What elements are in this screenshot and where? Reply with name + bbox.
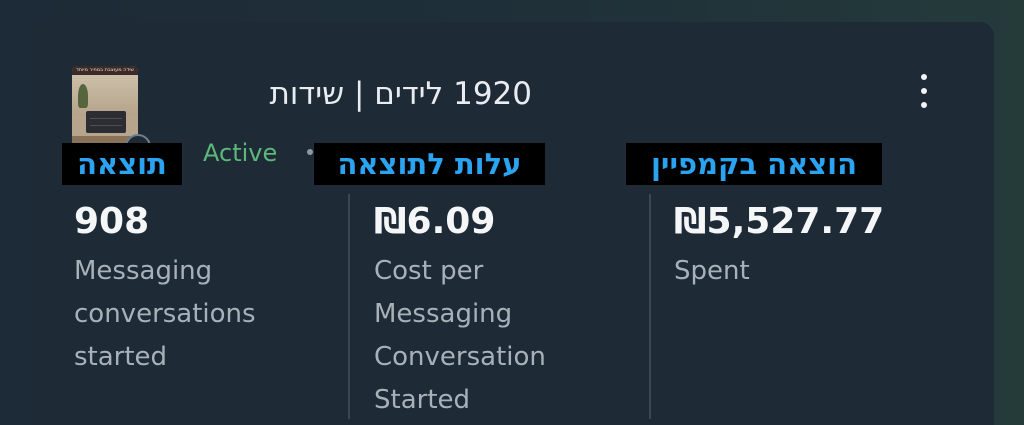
label-line: Messaging [374, 299, 513, 329]
annotation-campaign-spend: הוצאה בקמפיין [626, 143, 882, 185]
label-line: Messaging [74, 256, 213, 286]
more-vertical-icon [921, 74, 927, 80]
status-label: Active [203, 139, 278, 167]
more-options-button[interactable] [912, 72, 936, 112]
label-line: started [74, 342, 168, 372]
label-line: Spent [674, 256, 750, 286]
cost-per-result-label: Cost per Messaging Conversation Started [374, 250, 546, 422]
cost-per-result-value: ₪6.09 [374, 201, 496, 242]
annotation-cost-per-result: עלות לתוצאה [314, 143, 545, 185]
thumbnail-banner: שידה מעוצבת במחיר מיוחד [72, 66, 138, 75]
annotation-result: תוצאה [62, 143, 182, 185]
thumbnail-dresser [86, 111, 126, 133]
label-line: conversations [74, 299, 256, 329]
label-line: Conversation [374, 342, 546, 372]
amount-spent-label: Spent [674, 250, 750, 293]
metric-divider [649, 194, 651, 419]
label-line: Cost per [374, 256, 484, 286]
thumbnail-caption: שידה מעוצבת במחיר מיוחד [76, 67, 134, 73]
more-vertical-icon [921, 88, 927, 94]
more-vertical-icon [921, 102, 927, 108]
amount-spent-value: ₪5,527.77 [674, 201, 885, 242]
separator-dot-icon [307, 149, 313, 155]
metric-divider [348, 194, 350, 419]
thumbnail-plant [78, 84, 88, 108]
campaign-title[interactable]: 1920 לידים | שידות [202, 72, 532, 116]
campaign-card[interactable]: שידה מעוצבת במחיר מיוחד 1920 לידים | שיד… [32, 22, 994, 425]
results-value: 908 [74, 201, 150, 242]
results-label: Messaging conversations started [74, 250, 256, 379]
label-line: Started [374, 385, 471, 415]
